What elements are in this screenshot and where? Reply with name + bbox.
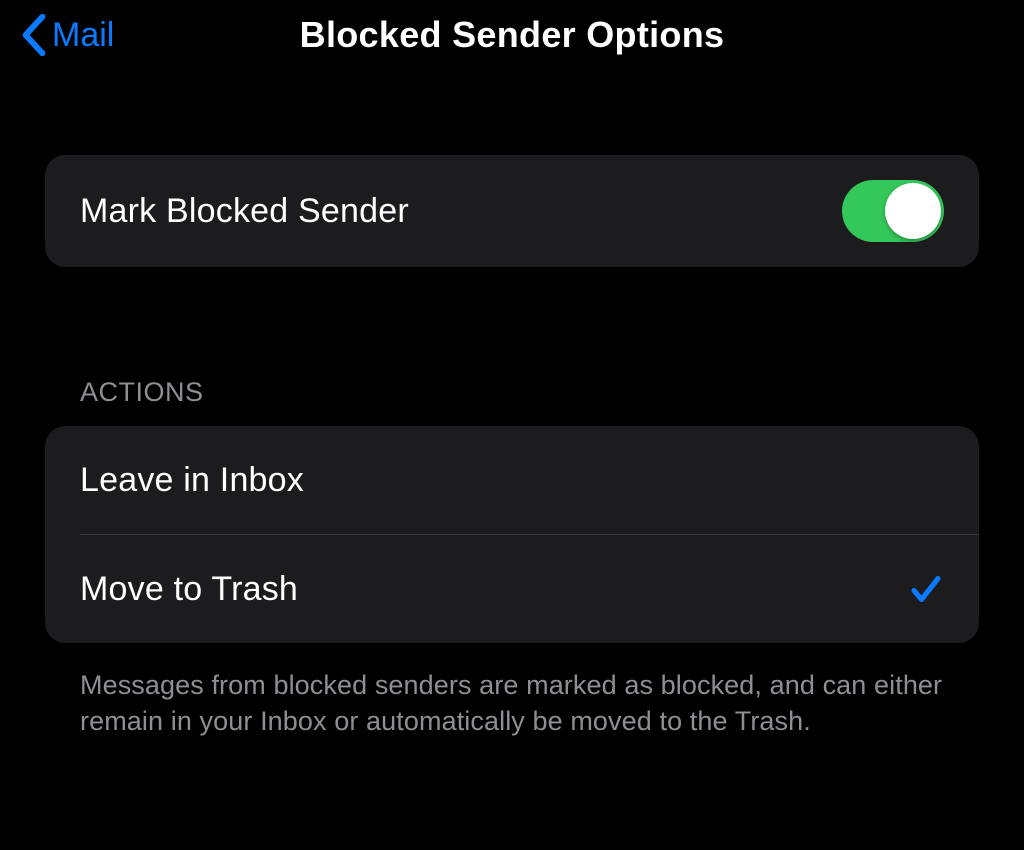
- mark-blocked-sender-row: Mark Blocked Sender: [45, 155, 979, 267]
- actions-group: Leave in Inbox Move to Trash: [45, 426, 979, 643]
- mark-blocked-sender-toggle[interactable]: [842, 180, 944, 242]
- page-title: Blocked Sender Options: [300, 14, 725, 56]
- content: Mark Blocked Sender ACTIONS Leave in Inb…: [0, 155, 1024, 740]
- option-leave-in-inbox[interactable]: Leave in Inbox: [45, 426, 979, 534]
- actions-footer-text: Messages from blocked senders are marked…: [45, 643, 979, 740]
- toggle-group: Mark Blocked Sender: [45, 155, 979, 267]
- chevron-left-icon: [20, 14, 48, 56]
- back-button[interactable]: Mail: [20, 14, 114, 56]
- actions-section-header: ACTIONS: [45, 377, 979, 408]
- back-label: Mail: [52, 16, 114, 55]
- toggle-knob: [885, 183, 941, 239]
- option-label: Leave in Inbox: [80, 461, 304, 500]
- option-move-to-trash[interactable]: Move to Trash: [45, 535, 979, 643]
- option-label: Move to Trash: [80, 570, 298, 609]
- navigation-bar: Mail Blocked Sender Options: [0, 0, 1024, 70]
- toggle-label: Mark Blocked Sender: [80, 192, 409, 231]
- checkmark-icon: [908, 571, 944, 607]
